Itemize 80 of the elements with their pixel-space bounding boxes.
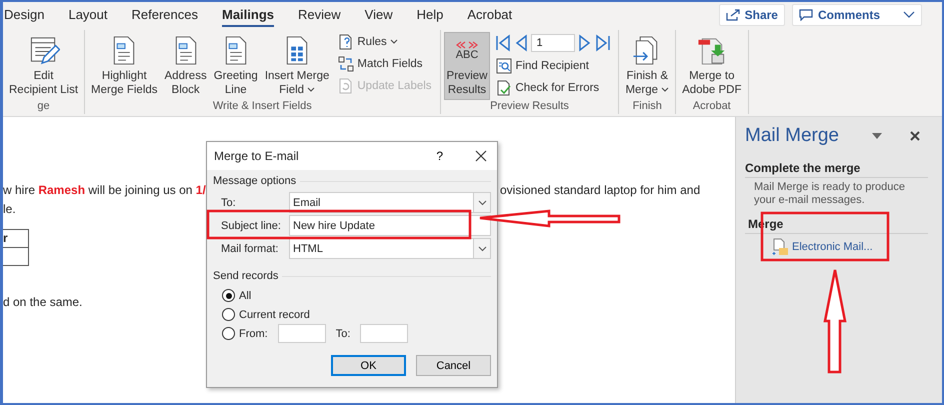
last-record-icon[interactable]	[595, 34, 612, 52]
group-label: Write & Insert Fields	[212, 100, 312, 114]
dropdown-field[interactable]: HTML	[289, 238, 491, 259]
dialog-button[interactable]: OK	[331, 355, 406, 376]
comments-button[interactable]: Comments	[792, 4, 922, 26]
comment-icon	[798, 9, 813, 21]
field-label: Mail format:	[221, 242, 280, 254]
caret-icon	[478, 246, 486, 252]
caret-icon	[478, 200, 486, 206]
group-label: Acrobat	[692, 100, 731, 114]
first-record-icon[interactable]	[495, 34, 512, 52]
input-field[interactable]	[278, 324, 326, 343]
section-label: Message options	[213, 175, 296, 187]
ribbon-button[interactable]: Match Fields	[337, 54, 433, 74]
group-label: Preview Results	[490, 100, 569, 114]
caret-icon	[390, 39, 398, 45]
ribbon-button[interactable]: Insert Merge Field	[262, 32, 332, 100]
field-label: To:	[221, 196, 237, 208]
ribbon-button[interactable]: Edit Recipient List	[6, 32, 82, 100]
input-field[interactable]	[360, 324, 408, 343]
ribbon-tab[interactable]: Acrobat	[467, 4, 512, 26]
close-icon[interactable]	[475, 150, 487, 162]
dialog-button[interactable]: Cancel	[416, 355, 491, 376]
document-text: d on the same.	[3, 294, 82, 311]
mail-merge-icon	[771, 238, 789, 256]
ribbon-button[interactable]: Highlight Merge Fields	[88, 32, 161, 100]
ribbon-button[interactable]: Check for Errors	[495, 78, 612, 98]
section-label: Send records	[213, 270, 278, 282]
ribbon-button[interactable]: Greeting Line	[210, 32, 261, 100]
next-record-icon[interactable]	[578, 34, 592, 52]
ribbon-button[interactable]: ABC Preview Results	[444, 32, 490, 100]
ribbon-tab[interactable]: References	[132, 4, 198, 26]
double-chevron-icon	[456, 40, 478, 48]
ribbon-tab[interactable]: Help	[416, 4, 444, 26]
document-text: le.	[3, 201, 16, 218]
pane-description: Mail Merge is ready to produce your e-mail messages.	[753, 181, 906, 207]
table-cell-text: r	[3, 230, 9, 247]
electronic-mail-link[interactable]: Electronic Mail...	[792, 241, 873, 253]
ribbon-tab[interactable]: Mailings	[222, 4, 274, 26]
ribbon-button[interactable]: Merge to Adobe PDF	[679, 32, 745, 100]
refresh-document-icon	[338, 78, 354, 94]
caret-icon	[307, 87, 316, 93]
group-label: Finish	[632, 100, 662, 114]
share-button[interactable]: Share	[718, 4, 785, 26]
input-field[interactable]: New hire Update	[289, 215, 491, 236]
radio-label: From:	[239, 328, 268, 340]
question-document-icon	[338, 34, 354, 50]
previous-record-icon[interactable]	[514, 34, 528, 52]
document-text: ovisioned standard laptop for him and	[500, 182, 700, 199]
share-icon	[726, 9, 740, 21]
ribbon-tab[interactable]: Review	[298, 4, 341, 26]
field-label: To:	[336, 328, 350, 340]
radio-label: All	[239, 290, 252, 302]
dialog-title: Merge to E-mail	[214, 149, 300, 163]
caret-icon	[903, 11, 915, 19]
section-heading: Complete the merge	[745, 161, 928, 178]
document-text: w hire Ramesh will be joining us on 1/	[3, 182, 206, 199]
magnifier-icon	[496, 58, 512, 74]
ribbon-button[interactable]: Address Block	[162, 32, 210, 100]
radio-button[interactable]	[222, 289, 235, 302]
ribbon-tab[interactable]: Design	[4, 4, 44, 26]
pane-title: Mail Merge	[745, 125, 840, 147]
icon-label: ABC	[456, 48, 478, 60]
ribbon-button[interactable]: Finish & Merge	[622, 32, 672, 100]
radio-button[interactable]	[222, 327, 235, 340]
group-label: ge	[37, 100, 50, 114]
caret-icon[interactable]	[872, 133, 882, 139]
close-icon[interactable]	[910, 131, 920, 141]
field-label: Subject line:	[221, 220, 282, 232]
ribbon-button[interactable]: Rules	[337, 32, 433, 52]
radio-button[interactable]	[222, 308, 235, 321]
ribbon-button[interactable]: Find Recipient	[495, 56, 612, 76]
radio-label: Current record	[239, 308, 310, 320]
checked-document-icon	[496, 80, 512, 96]
ribbon-tab[interactable]: Layout	[68, 4, 108, 26]
caret-icon	[661, 87, 670, 93]
ribbon-tab[interactable]: View	[364, 4, 393, 26]
swap-icon	[338, 56, 354, 72]
record-field[interactable]: 1	[531, 34, 576, 52]
help-button[interactable]: ?	[436, 149, 443, 163]
